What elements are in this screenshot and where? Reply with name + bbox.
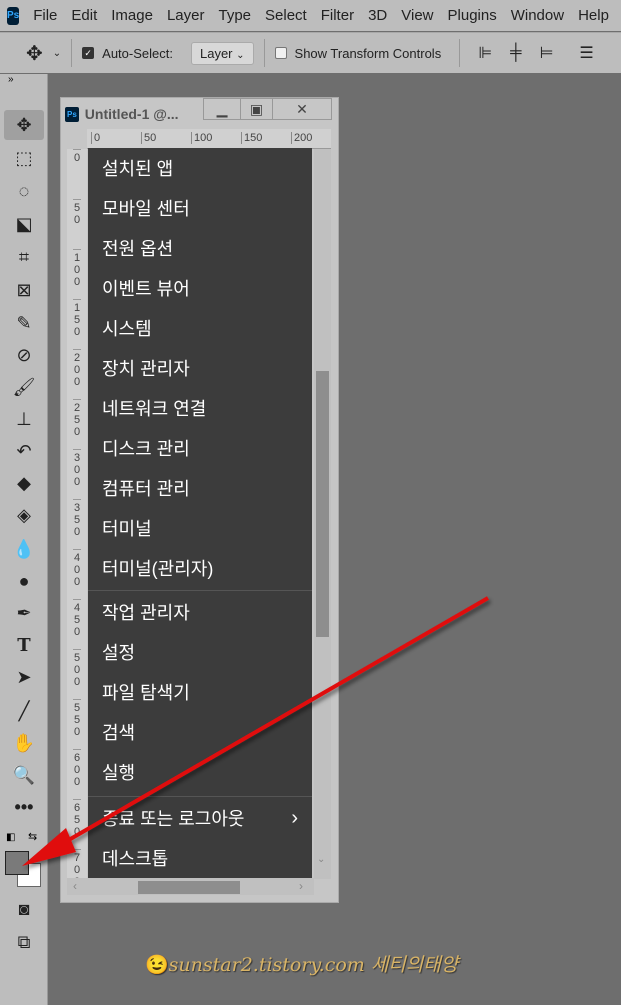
watermark: 😉sunstar2.tistory.com 세티의태양 xyxy=(145,950,458,977)
smiley-icon: 😉 xyxy=(145,954,169,976)
red-arrow-annotation xyxy=(22,596,489,866)
watermark-text: sunstar2.tistory.com 세티의태양 xyxy=(168,954,459,976)
